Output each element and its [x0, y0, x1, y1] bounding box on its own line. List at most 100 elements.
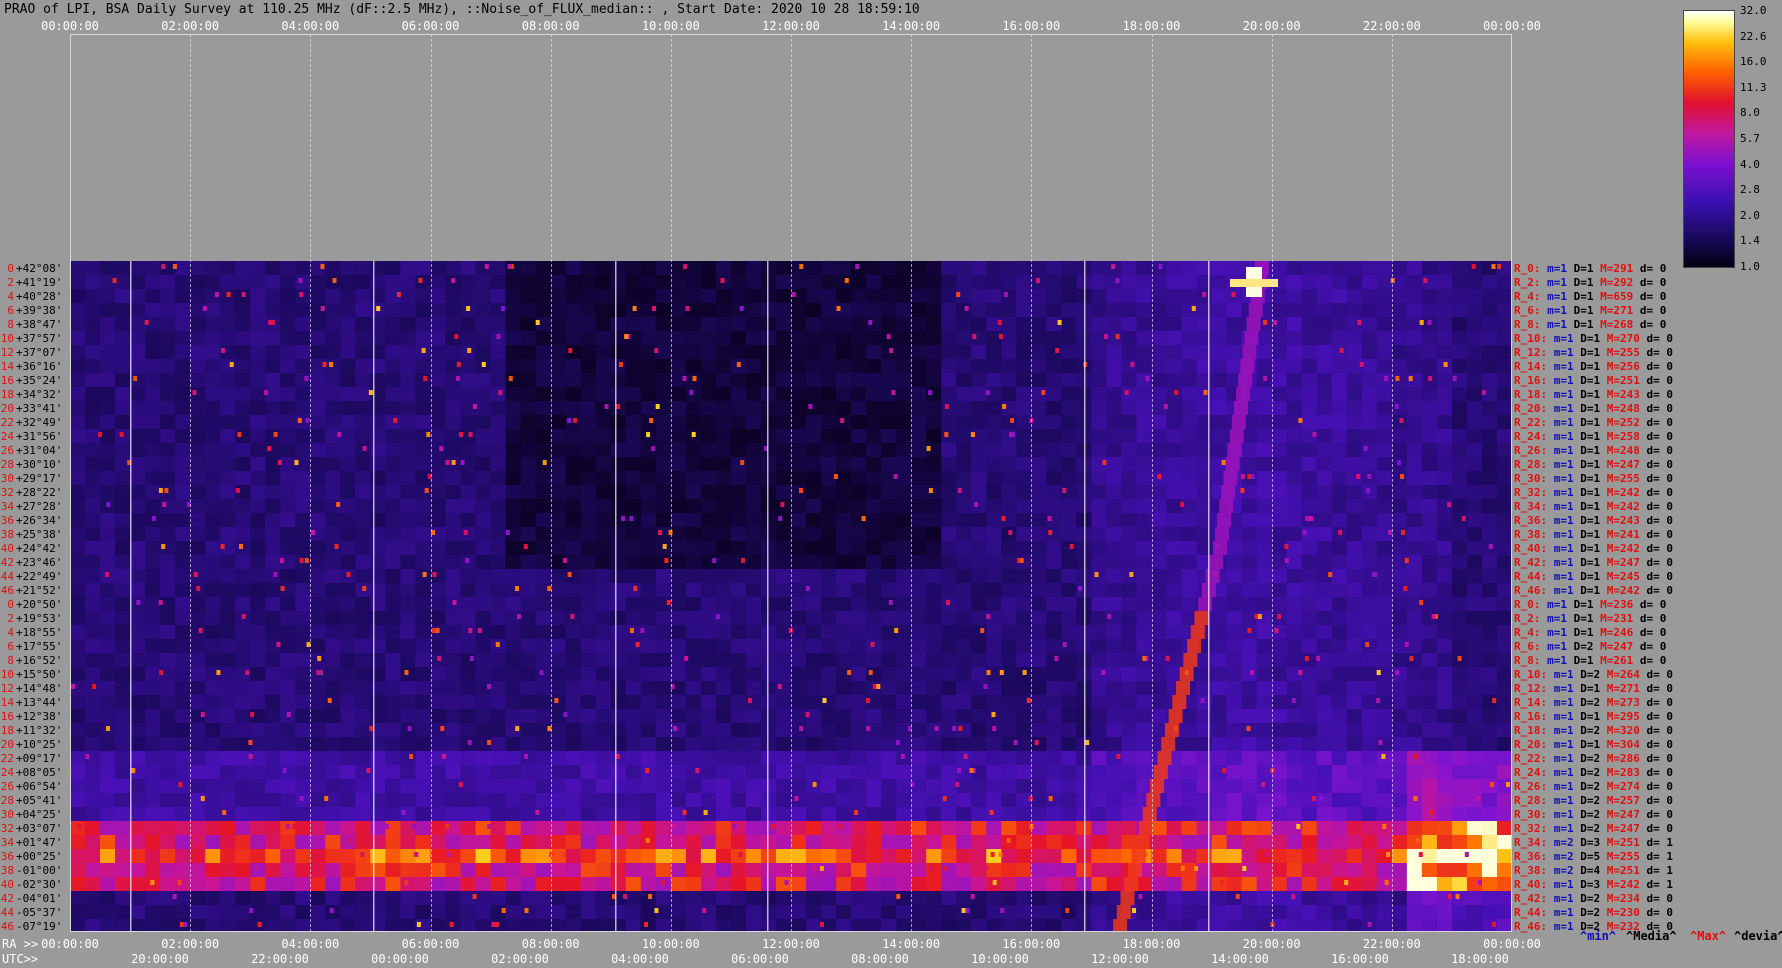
beam-id: R_14:	[1514, 696, 1548, 709]
beam-id: R_16:	[1514, 710, 1548, 723]
beam-deviation: d= 0	[1646, 752, 1674, 765]
declination-label: 44 -05°37'	[0, 906, 70, 919]
beam-index: 12	[0, 346, 14, 359]
beam-id: R_26:	[1514, 780, 1548, 793]
ra-axis-label: 04:00:00	[281, 937, 340, 951]
declination-value: +09°17'	[16, 752, 63, 765]
declination-label: 16 +12°38'	[0, 710, 70, 723]
declination-value: +25°38'	[16, 528, 63, 541]
beam-stat-row: R_6: m=1 D=2 M=247 d= 0	[1514, 640, 1666, 653]
beam-median: D=2	[1580, 794, 1601, 807]
declination-value: +21°52'	[16, 584, 63, 597]
beam-median: D=1	[1580, 514, 1601, 527]
beam-deviation: d= 0	[1646, 668, 1674, 681]
beam-id: R_18:	[1514, 724, 1548, 737]
beam-deviation: d= 0	[1639, 290, 1667, 303]
declination-label: 38 -01°00'	[0, 864, 70, 877]
beam-id: R_38:	[1514, 864, 1548, 877]
beam-median: D=1	[1580, 738, 1601, 751]
beam-index: 18	[0, 724, 14, 737]
beam-index: 40	[0, 878, 14, 891]
beam-id: R_32:	[1514, 486, 1548, 499]
beam-index: 38	[0, 528, 14, 541]
beam-index: 24	[0, 430, 14, 443]
declination-value: +37°57'	[16, 332, 63, 345]
beam-max: M=246	[1600, 626, 1634, 639]
time-gridline	[430, 34, 432, 932]
beam-index: 32	[0, 822, 14, 835]
colorbar	[1683, 10, 1735, 268]
top-axis-label: 10:00:00	[641, 19, 700, 33]
beam-index: 26	[0, 444, 14, 457]
beam-median: D=1	[1580, 346, 1601, 359]
beam-id: R_20:	[1514, 738, 1548, 751]
beam-stat-row: R_20: m=1 D=1 M=304 d= 0	[1514, 738, 1673, 751]
beam-stat-row: R_44: m=1 D=1 M=245 d= 0	[1514, 570, 1673, 583]
beam-index: 44	[0, 570, 14, 583]
declination-label: 20 +33°41'	[0, 402, 70, 415]
time-gridline	[550, 34, 552, 932]
beam-max: M=257	[1606, 794, 1640, 807]
beam-deviation: d= 0	[1646, 332, 1674, 345]
ra-axis-label: 08:00:00	[521, 937, 580, 951]
beam-median: D=2	[1580, 752, 1601, 765]
beam-median: D=1	[1580, 458, 1601, 471]
beam-stat-row: R_10: m=1 D=1 M=270 d= 0	[1514, 332, 1673, 345]
beam-max: M=247	[1606, 822, 1640, 835]
beam-median: D=4	[1580, 864, 1601, 877]
ra-axis-label: 18:00:00	[1122, 937, 1181, 951]
beam-deviation: d= 0	[1646, 808, 1674, 821]
beam-min: m=1	[1553, 766, 1574, 779]
beam-max: M=271	[1600, 304, 1634, 317]
beam-median: D=1	[1580, 360, 1601, 373]
beam-median: D=1	[1580, 388, 1601, 401]
declination-label: 10 +15°50'	[0, 668, 70, 681]
declination-label: 24 +31°56'	[0, 430, 70, 443]
beam-index: 8	[7, 318, 14, 331]
beam-id: R_10:	[1514, 668, 1548, 681]
legend-max: ^Max^	[1690, 929, 1727, 943]
beam-max: M=242	[1606, 486, 1640, 499]
beam-median: D=1	[1580, 472, 1601, 485]
declination-value: +16°52'	[16, 654, 63, 667]
declination-value: +42°08'	[16, 262, 63, 275]
beam-index: 4	[7, 626, 14, 639]
beam-stat-row: R_40: m=1 D=1 M=242 d= 0	[1514, 542, 1673, 555]
beam-id: R_14:	[1514, 360, 1548, 373]
utc-axis-label: 12:00:00	[1091, 952, 1149, 966]
beam-stat-row: R_6: m=1 D=1 M=271 d= 0	[1514, 304, 1666, 317]
beam-min: m=1	[1553, 346, 1574, 359]
beam-stat-row: R_10: m=1 D=2 M=264 d= 0	[1514, 668, 1673, 681]
beam-median: D=2	[1580, 766, 1601, 779]
beam-stat-row: R_34: m=1 D=1 M=242 d= 0	[1514, 500, 1673, 513]
beam-max: M=248	[1606, 444, 1640, 457]
beam-max: M=231	[1600, 612, 1634, 625]
beam-max: M=251	[1606, 864, 1640, 877]
beam-id: R_6:	[1514, 640, 1541, 653]
beam-max: M=245	[1606, 570, 1640, 583]
beam-id: R_2:	[1514, 612, 1541, 625]
colorbar-tick: 5.7	[1740, 132, 1760, 145]
colorbar-tick: 4.0	[1740, 157, 1760, 171]
utc-axis-label: 10:00:00	[971, 952, 1029, 966]
top-axis-label: 18:00:00	[1122, 19, 1181, 33]
declination-label: 46 -07°19'	[0, 920, 70, 933]
ra-axis-label: 16:00:00	[1002, 937, 1061, 951]
beam-id: R_26:	[1514, 444, 1548, 457]
declination-value: -04°01'	[16, 892, 63, 905]
utc-axis-label: 20:00:00	[131, 952, 189, 966]
beam-max: M=295	[1606, 710, 1640, 723]
beam-index: 36	[0, 850, 14, 863]
beam-deviation: d= 0	[1639, 318, 1667, 331]
colorbar-tick: 32.0	[1740, 4, 1767, 17]
beam-index: 14	[0, 696, 14, 709]
legend-media: ^Media^	[1626, 929, 1677, 943]
beam-median: D=2	[1580, 780, 1601, 793]
beam-index: 30	[0, 472, 14, 485]
beam-median: D=2	[1580, 808, 1601, 821]
declination-value: +05°41'	[16, 794, 63, 807]
beam-index: 6	[7, 640, 14, 653]
beam-deviation: d= 0	[1646, 724, 1674, 737]
utc-axis-label: 14:00:00	[1211, 952, 1269, 966]
beam-id: R_12:	[1514, 346, 1548, 359]
